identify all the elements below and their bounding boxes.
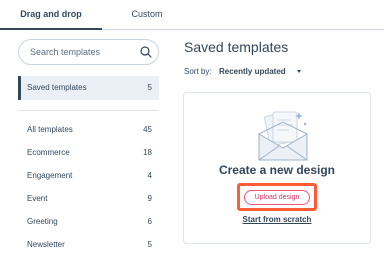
sidebar-item-newsletter[interactable]: Newsletter 5 bbox=[18, 236, 159, 254]
template-picker: Drag and drop Custom Search templates Sa… bbox=[0, 0, 384, 257]
sidebar-item-greeting[interactable]: Greeting 6 bbox=[18, 213, 159, 231]
sidebar-item-label: Engagement bbox=[27, 171, 73, 180]
sidebar-item-label: All templates bbox=[27, 125, 73, 134]
search-input[interactable]: Search templates bbox=[18, 39, 159, 65]
sidebar-item-count: 18 bbox=[143, 148, 152, 157]
caret-down-icon[interactable] bbox=[297, 70, 301, 73]
sidebar-item-count: 5 bbox=[147, 83, 152, 92]
sidebar-item-count: 4 bbox=[147, 171, 152, 180]
tab-drag-and-drop[interactable]: Drag and drop bbox=[0, 0, 102, 30]
sort-dropdown[interactable]: Recently updated bbox=[219, 67, 286, 76]
tab-custom[interactable]: Custom bbox=[102, 0, 192, 30]
sidebar-item-saved-templates[interactable]: Saved templates 5 bbox=[18, 76, 159, 100]
envelope-illustration-icon bbox=[258, 111, 308, 161]
sidebar-item-event[interactable]: Event 9 bbox=[18, 190, 159, 208]
search-placeholder: Search templates bbox=[30, 47, 101, 57]
sidebar-divider bbox=[18, 110, 159, 111]
sidebar-item-label: Greeting bbox=[27, 217, 58, 226]
page-title: Saved templates bbox=[184, 39, 289, 55]
sidebar-item-all-templates[interactable]: All templates 45 bbox=[18, 121, 159, 139]
sidebar-item-label: Newsletter bbox=[27, 240, 65, 249]
upload-design-button[interactable]: Upload design bbox=[244, 190, 310, 205]
sidebar-item-count: 9 bbox=[147, 194, 152, 203]
start-from-scratch-link[interactable]: Start from scratch bbox=[183, 215, 371, 224]
sidebar-item-label: Ecommerce bbox=[27, 148, 70, 157]
sidebar-item-label: Saved templates bbox=[27, 83, 87, 92]
sort-label: Sort by: bbox=[184, 67, 212, 76]
tab-bar: Drag and drop Custom bbox=[0, 0, 384, 30]
create-design-title: Create a new design bbox=[218, 163, 336, 177]
sidebar-item-ecommerce[interactable]: Ecommerce 18 bbox=[18, 144, 159, 162]
sidebar-item-count: 45 bbox=[143, 125, 152, 134]
sidebar-item-count: 6 bbox=[147, 217, 152, 226]
sidebar-item-count: 5 bbox=[147, 240, 152, 249]
sidebar-item-engagement[interactable]: Engagement 4 bbox=[18, 167, 159, 185]
search-icon[interactable] bbox=[139, 45, 153, 59]
sidebar-item-label: Event bbox=[27, 194, 48, 203]
